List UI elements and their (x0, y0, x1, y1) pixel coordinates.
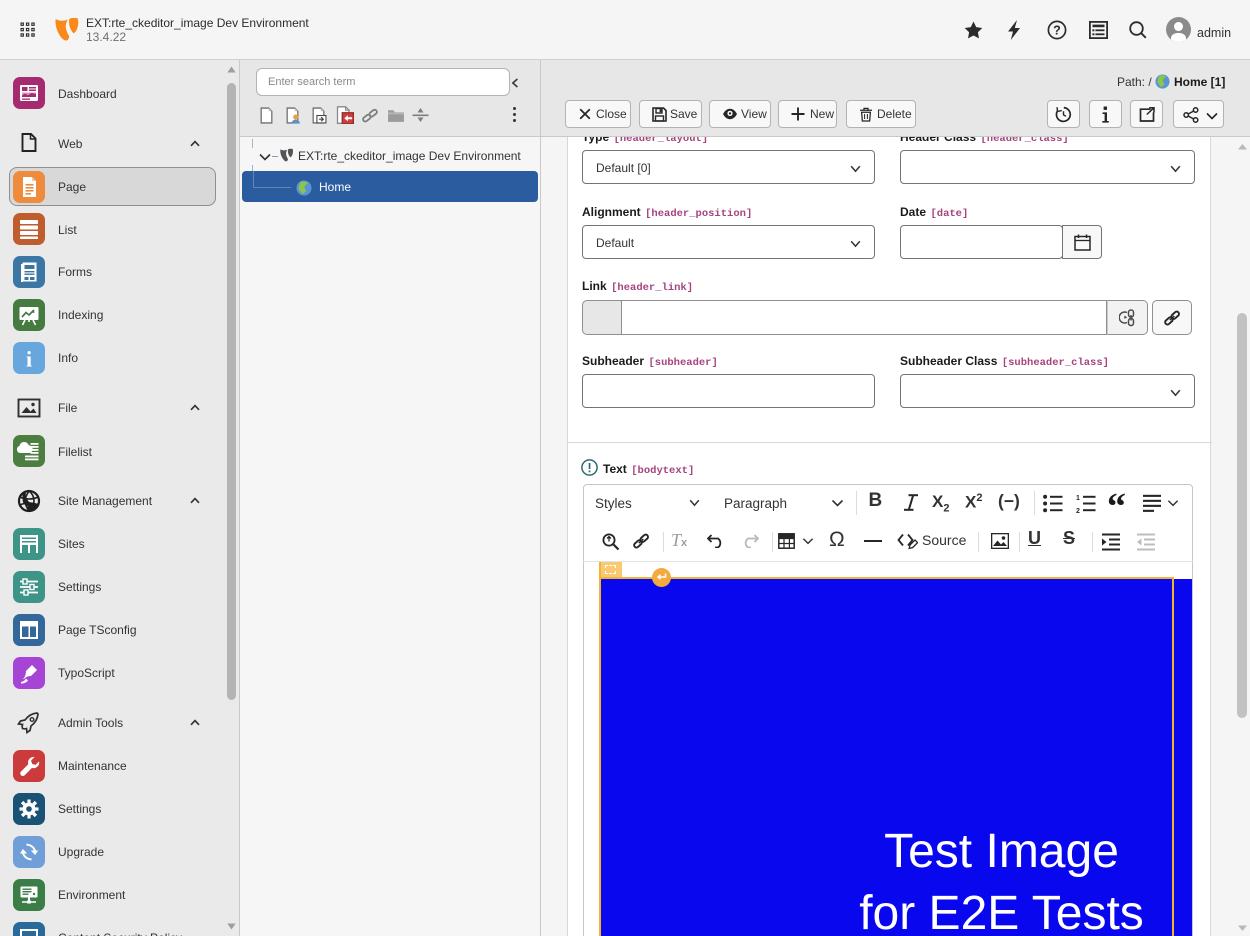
svg-text:i: i (26, 346, 32, 371)
svg-text:2: 2 (1076, 508, 1080, 513)
svg-text:?: ? (1053, 23, 1061, 37)
svg-text:1: 1 (1076, 495, 1080, 502)
